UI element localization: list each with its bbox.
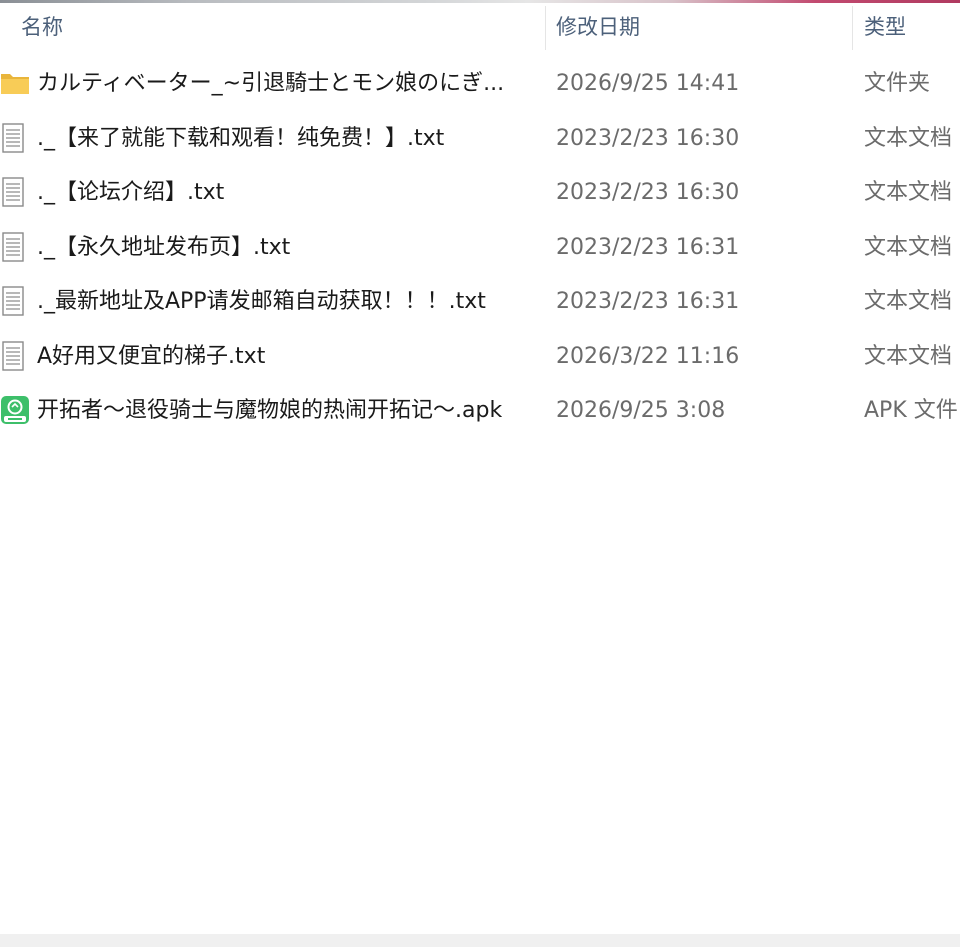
file-row[interactable]: 开拓者～退役骑士与魔物娘的热闹开拓记～.apk 2026/9/25 3:08 A…: [0, 384, 960, 439]
file-name: A好用又便宜的梯子.txt: [37, 343, 266, 369]
file-list: カルティベーター_~引退騎士とモン娘のにぎ... 2026/9/25 14:41…: [0, 57, 960, 439]
file-date: 2026/3/22 11:16: [556, 343, 740, 369]
apk-file-icon: [0, 395, 30, 425]
file-name: ._最新地址及APP请发邮箱自动获取！！！.txt: [37, 289, 486, 314]
file-date: 2026/9/25 14:41: [556, 71, 740, 96]
text-file-icon: [0, 177, 30, 207]
file-row[interactable]: ._【永久地址发布页】.txt 2023/2/23 16:31 文本文档: [0, 221, 960, 276]
column-divider[interactable]: [852, 6, 853, 50]
file-type: 文本文档: [864, 234, 953, 260]
file-name: 开拓者～退役骑士与魔物娘的热闹开拓记～.apk: [37, 398, 503, 423]
file-date: 2023/2/23 16:30: [556, 180, 740, 205]
folder-icon: [0, 68, 30, 98]
horizontal-scrollbar[interactable]: [0, 934, 960, 947]
file-type: 文本文档: [864, 343, 953, 369]
file-row[interactable]: カルティベーター_~引退騎士とモン娘のにぎ... 2026/9/25 14:41…: [0, 57, 960, 112]
text-file-icon: [0, 231, 30, 262]
file-row[interactable]: ._【论坛介绍】.txt 2023/2/23 16:30 文本文档: [0, 166, 960, 221]
file-name: カルティベーター_~引退騎士とモン娘のにぎ...: [37, 71, 505, 96]
file-row[interactable]: ._最新地址及APP请发邮箱自动获取！！！.txt 2023/2/23 16:3…: [0, 275, 960, 330]
file-row[interactable]: ._【来了就能下载和观看！纯免费！】.txt 2023/2/23 16:30 文…: [0, 112, 960, 167]
text-file-icon: [0, 340, 30, 371]
column-header-name[interactable]: 名称: [21, 3, 63, 49]
file-name: ._【来了就能下载和观看！纯免费！】.txt: [37, 125, 445, 151]
file-type: 文本文档: [864, 125, 953, 151]
file-type: APK 文件: [864, 398, 958, 423]
text-file-icon: [0, 286, 30, 316]
file-date: 2023/2/23 16:30: [556, 125, 740, 151]
file-name: ._【永久地址发布页】.txt: [37, 234, 291, 260]
file-date: 2023/2/23 16:31: [556, 234, 740, 260]
file-type: 文本文档: [864, 289, 953, 314]
column-header-date[interactable]: 修改日期: [556, 3, 640, 49]
file-name: ._【论坛介绍】.txt: [37, 180, 225, 205]
column-divider[interactable]: [545, 6, 546, 50]
column-header: 名称 修改日期 类型: [0, 3, 960, 50]
file-date: 2026/9/25 3:08: [556, 398, 726, 423]
text-file-icon: [0, 122, 30, 153]
column-header-type[interactable]: 类型: [864, 3, 906, 49]
file-row[interactable]: A好用又便宜的梯子.txt 2026/3/22 11:16 文本文档: [0, 330, 960, 385]
file-date: 2023/2/23 16:31: [556, 289, 740, 314]
file-type: 文件夹: [864, 71, 931, 96]
file-type: 文本文档: [864, 180, 953, 205]
